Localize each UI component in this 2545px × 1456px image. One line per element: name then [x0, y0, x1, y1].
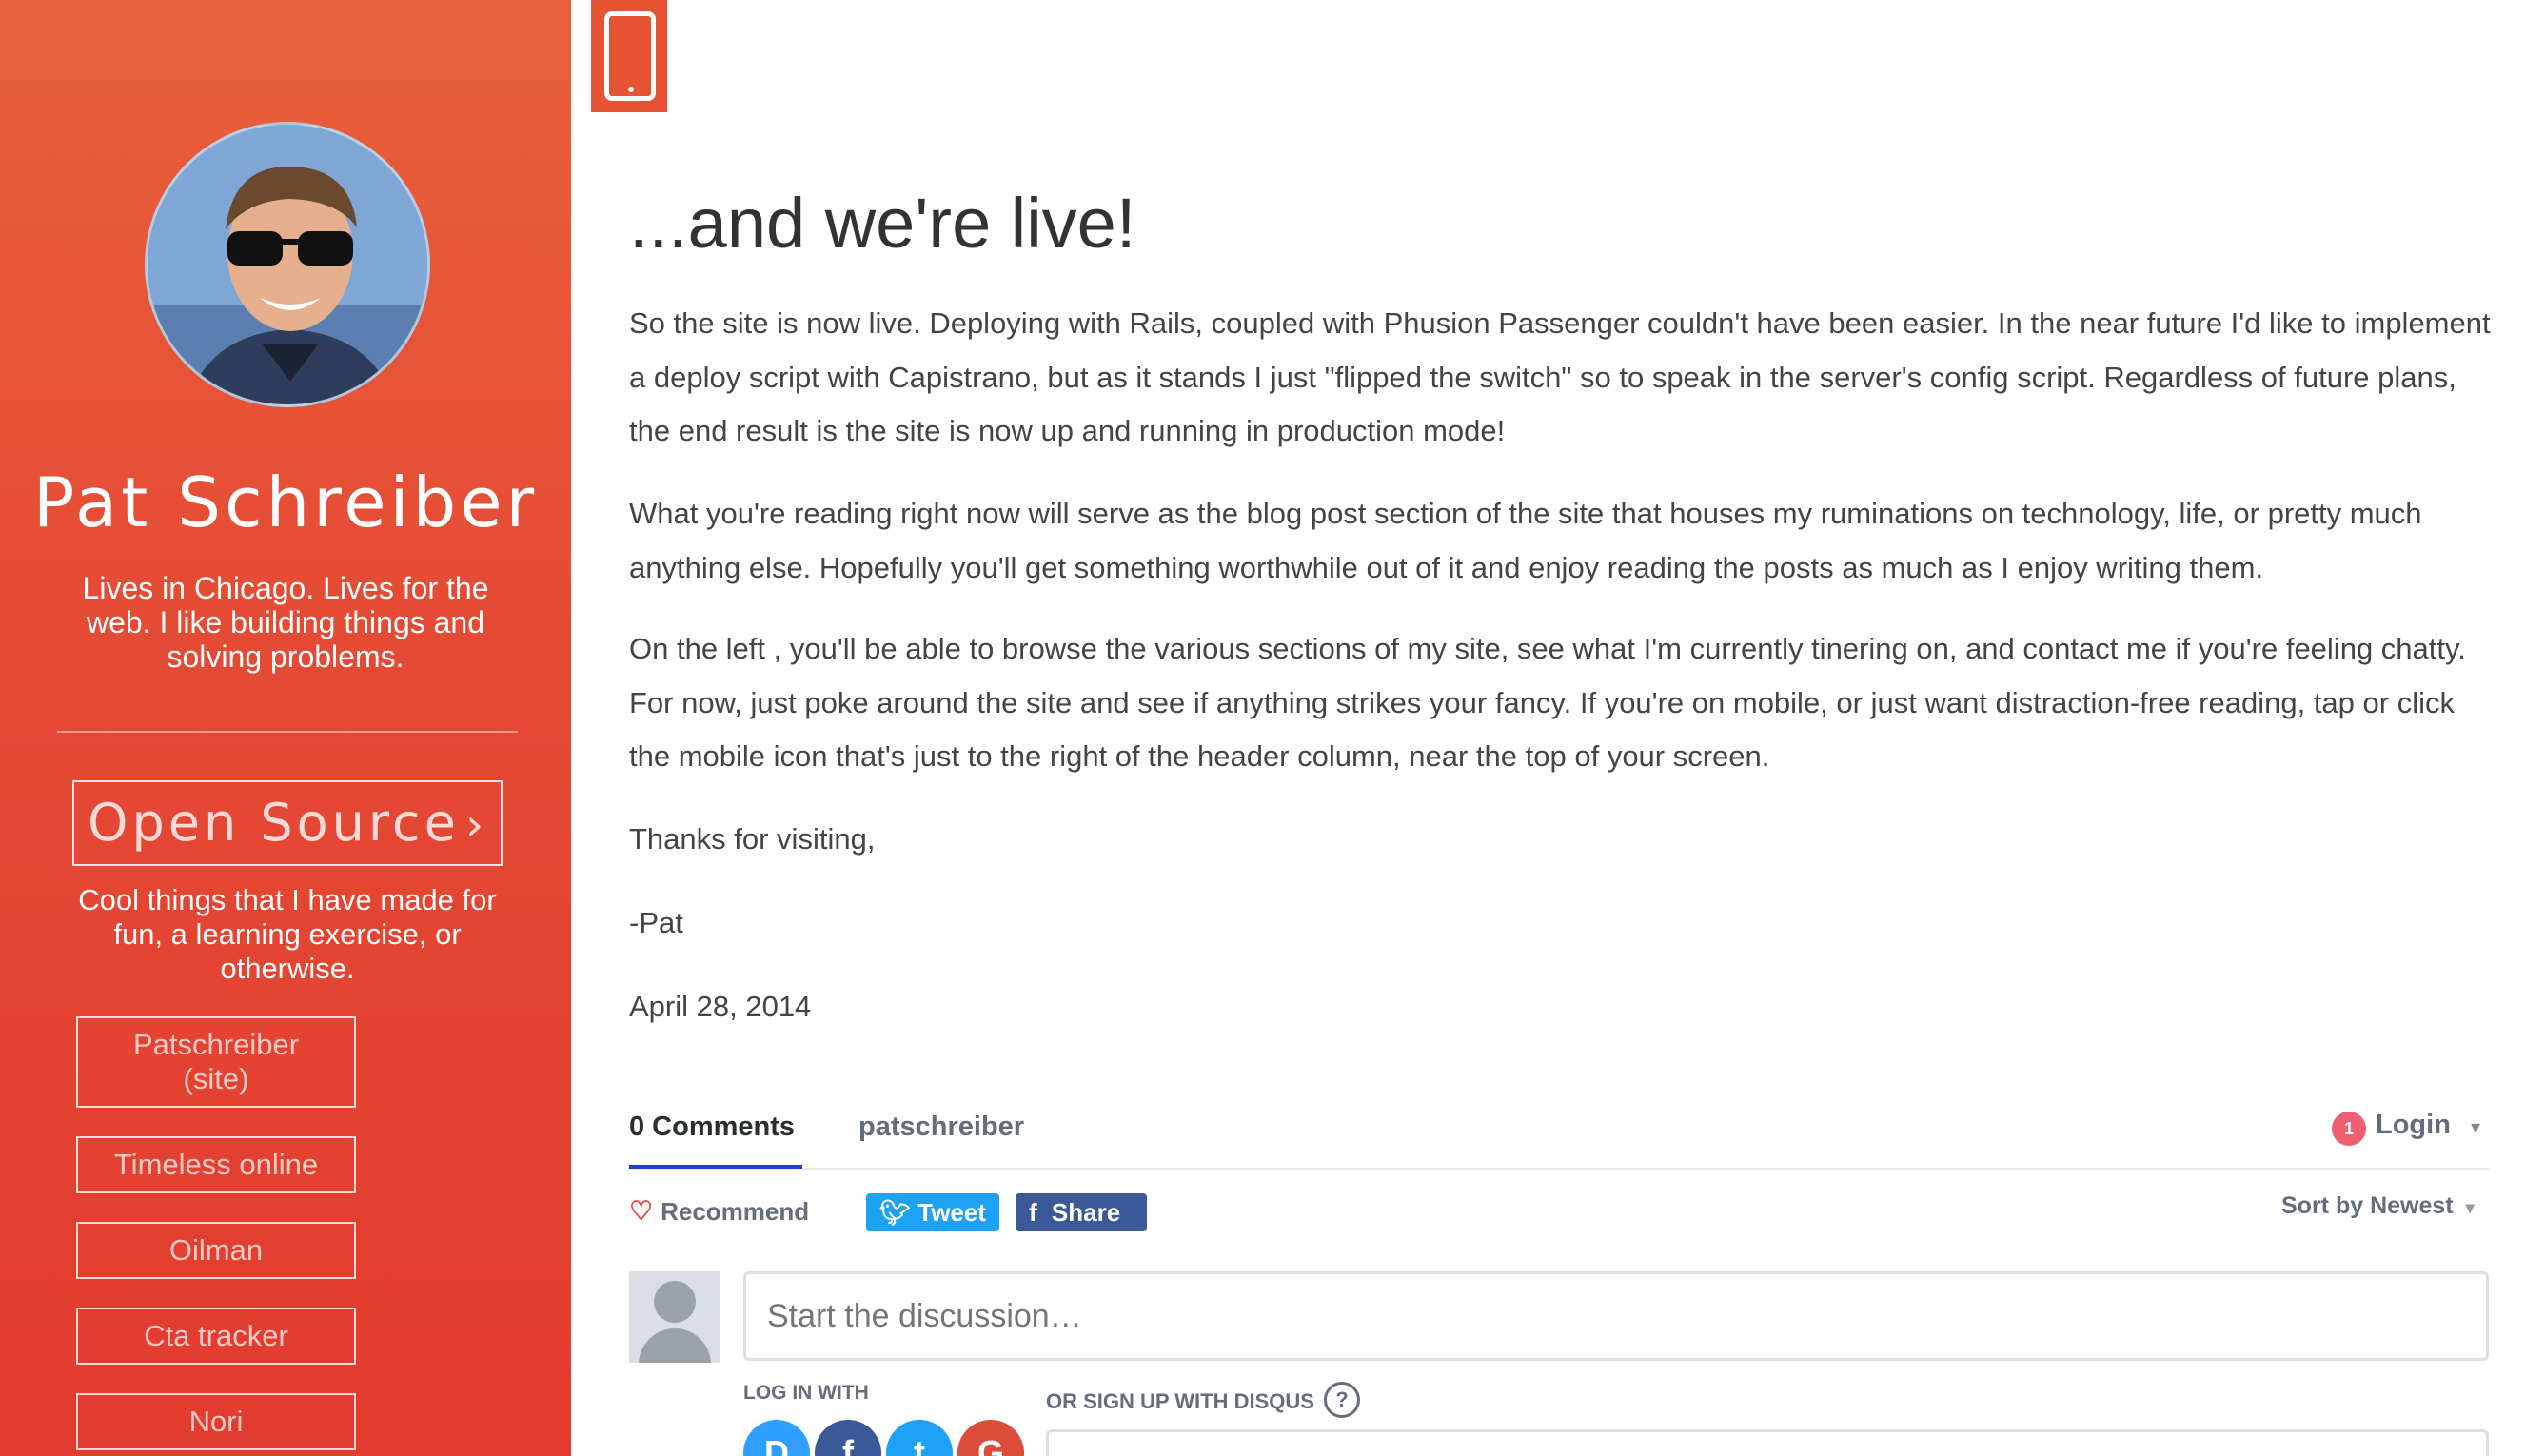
facebook-login-icon[interactable]: f: [815, 1420, 881, 1456]
chevron-right-icon: ›: [464, 798, 488, 852]
post-title: ...and we're live!: [629, 184, 1136, 263]
share-label: Share: [1051, 1198, 1121, 1227]
active-tab-indicator: [629, 1165, 802, 1169]
tweet-button[interactable]: 🐦︎ Tweet: [866, 1193, 999, 1231]
project-label: Oilman: [168, 1233, 264, 1267]
guest-avatar-icon: [629, 1271, 720, 1363]
signup-label: OR SIGN UP WITH DISQUS: [1046, 1389, 1314, 1413]
project-link-oilman[interactable]: Oilman: [76, 1222, 356, 1279]
tabs-divider: [629, 1168, 2489, 1170]
disqus-login-icon[interactable]: D: [743, 1420, 810, 1456]
profile-bio: Lives in Chicago. Lives for the web. I l…: [82, 571, 489, 674]
project-label: Patschreiber (site): [132, 1028, 300, 1095]
project-link-patschreiber[interactable]: Patschreiber (site): [76, 1016, 356, 1108]
comment-input[interactable]: [743, 1271, 2489, 1361]
project-link-cta-tracker[interactable]: Cta tracker: [76, 1308, 356, 1365]
forum-tab[interactable]: patschreiber: [858, 1112, 1024, 1143]
post-paragraph: Thanks for visiting,: [629, 822, 876, 856]
twitter-bird-icon: 🐦︎: [879, 1198, 912, 1227]
post-paragraph: So the site is now live. Deploying with …: [629, 306, 2491, 447]
signup-name-field[interactable]: [1046, 1429, 2489, 1456]
notification-badge[interactable]: 1: [2332, 1112, 2366, 1146]
post-date: April 28, 2014: [629, 990, 812, 1023]
project-link-nori[interactable]: Nori: [76, 1393, 356, 1450]
avatar-head: [654, 1281, 696, 1323]
mobile-view-toggle[interactable]: [591, 0, 667, 112]
project-link-timeless-online[interactable]: Timeless online: [76, 1136, 356, 1193]
profile-name: Pat Schreiber: [32, 462, 539, 542]
post-paragraph: What you're reading right now will serve…: [629, 497, 2422, 584]
login-button[interactable]: Login: [2376, 1110, 2451, 1141]
recommend-label: Recommend: [661, 1197, 810, 1226]
facebook-icon: f: [1029, 1198, 1037, 1227]
tweet-label: Tweet: [917, 1198, 987, 1227]
project-label: Cta tracker: [144, 1319, 288, 1352]
sidebar: Pat Schreiber Lives in Chicago. Lives fo…: [0, 0, 571, 1456]
google-login-icon[interactable]: G: [957, 1420, 1024, 1456]
help-icon[interactable]: ?: [1324, 1382, 1360, 1418]
login-with-label: LOG IN WITH: [743, 1382, 869, 1404]
project-label: Timeless online: [113, 1148, 319, 1181]
chevron-down-icon: ▾: [2465, 1198, 2475, 1217]
profile-avatar: [145, 122, 430, 407]
mobile-phone-icon: [604, 11, 656, 101]
sort-dropdown[interactable]: Sort by Newest ▾: [2281, 1192, 2475, 1220]
post-signature: -Pat: [629, 906, 683, 939]
open-source-description: Cool things that I have made for fun, a …: [78, 883, 497, 985]
post-paragraph: On the left , you'll be able to browse t…: [629, 632, 2466, 773]
comment-count-tab[interactable]: 0 Comments: [629, 1112, 795, 1143]
project-label: Nori: [188, 1405, 244, 1438]
open-source-button[interactable]: Open Source ›: [72, 780, 503, 866]
recommend-button[interactable]: ♡ Recommend: [629, 1195, 809, 1227]
avatar-body: [639, 1328, 711, 1363]
open-source-label: Open Source: [87, 793, 460, 853]
facebook-share-button[interactable]: f Share: [1016, 1193, 1147, 1231]
profile-photo-icon: [148, 125, 427, 404]
chevron-down-icon[interactable]: ▾: [2471, 1115, 2480, 1139]
sort-label: Sort by Newest: [2281, 1192, 2454, 1219]
sidebar-divider: [57, 731, 518, 733]
heart-icon: ♡: [629, 1196, 654, 1226]
twitter-login-icon[interactable]: t: [886, 1420, 953, 1456]
